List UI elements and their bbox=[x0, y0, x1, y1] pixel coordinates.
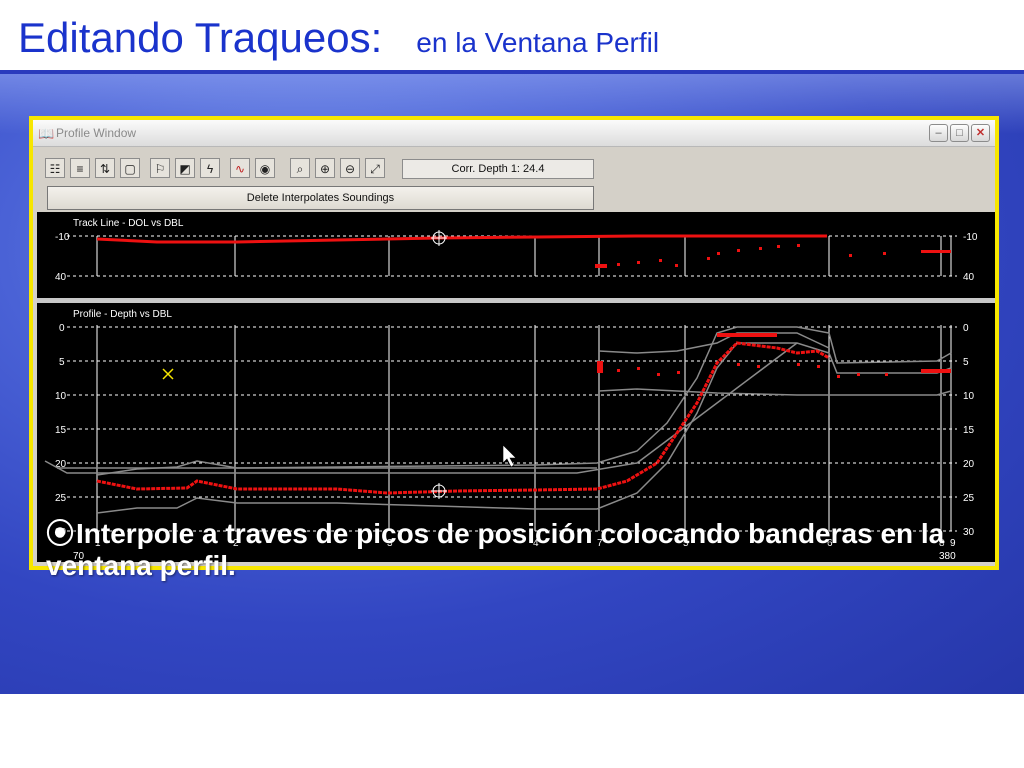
zoom-in-icon[interactable]: ⊕ bbox=[315, 158, 335, 178]
window-title: Profile Window bbox=[56, 126, 137, 140]
grid-icon[interactable]: ☷ bbox=[45, 158, 65, 178]
fit-icon[interactable]: ⤢ bbox=[365, 158, 385, 178]
swap-icon[interactable]: ⇅ bbox=[95, 158, 115, 178]
camera-icon[interactable]: ◉ bbox=[255, 158, 275, 178]
track-tick-right-top: -10 bbox=[963, 232, 978, 243]
delete-interpolates-button[interactable]: Delete Interpolates Soundings bbox=[47, 186, 594, 210]
bullet-point: ⦿Interpole a traves de picos de posición… bbox=[46, 518, 946, 582]
profile-scatter-soundings bbox=[597, 333, 951, 378]
book-icon: 📖 bbox=[38, 126, 55, 141]
box-icon[interactable]: ▢ bbox=[120, 158, 140, 178]
bullet-icon: ⦿ bbox=[46, 518, 75, 549]
track-tick-right-bottom: 40 bbox=[963, 272, 975, 283]
mouse-cursor-icon bbox=[502, 444, 517, 468]
y-tick-25: 25 bbox=[55, 493, 67, 504]
zoom-region-icon[interactable]: ⌕ bbox=[290, 158, 310, 178]
maximize-button[interactable]: □ bbox=[950, 124, 969, 142]
screenshot-frame: 📖 Profile Window – □ ✕ ☷ ≡ ⇅ ▢ ⚐ ◩ ϟ ∿ ◉… bbox=[29, 116, 999, 570]
y-tick-right-5: 5 bbox=[963, 357, 969, 368]
track-line-soundings bbox=[96, 234, 827, 244]
y-tick-15: 15 bbox=[55, 425, 67, 436]
y-tick-right-20: 20 bbox=[963, 459, 975, 470]
profile-panel-label: Profile - Depth vs DBL bbox=[73, 309, 172, 320]
toolbar: ☷ ≡ ⇅ ▢ ⚐ ◩ ϟ ∿ ◉ ⌕ ⊕ ⊖ ⤢ Corr. Depth 1:… bbox=[37, 152, 995, 212]
yellow-x-marker bbox=[162, 368, 174, 380]
gray-envelope-traces bbox=[44, 326, 952, 514]
y-tick-right-25: 25 bbox=[963, 493, 975, 504]
y-tick-5: 5 bbox=[59, 357, 65, 368]
profile-y-ticks-left: 0 5 10 15 20 25 30 bbox=[55, 323, 67, 538]
minimize-button[interactable]: – bbox=[929, 124, 948, 142]
y-tick-right-15: 15 bbox=[963, 425, 975, 436]
y-tick-10: 10 bbox=[55, 391, 67, 402]
list-icon[interactable]: ≡ bbox=[70, 158, 90, 178]
slide-title-sub: en la Ventana Perfil bbox=[416, 27, 660, 58]
profile-dashed-lines bbox=[67, 326, 957, 532]
slide-title-main: Editando Traqueos: bbox=[18, 14, 383, 61]
window-titlebar[interactable]: 📖 Profile Window – □ ✕ bbox=[33, 120, 995, 147]
lightning-icon[interactable]: ϟ bbox=[200, 158, 220, 178]
track-scatter-soundings bbox=[595, 244, 951, 268]
bullet-text: Interpole a traves de picos de posición … bbox=[46, 518, 945, 581]
profile-y-ticks-right: 0 5 10 15 20 25 30 bbox=[963, 323, 975, 538]
y-tick-0: 0 bbox=[59, 323, 65, 334]
track-line-panel[interactable]: Track Line - DOL vs DBL -10 40 -10 40 bbox=[37, 212, 995, 298]
corr-depth-display: Corr. Depth 1: 24.4 bbox=[402, 159, 594, 179]
track-tick-left-bottom: 40 bbox=[55, 272, 67, 283]
eraser-icon[interactable]: ◩ bbox=[175, 158, 195, 178]
flag-icon[interactable]: ⚐ bbox=[150, 158, 170, 178]
x-tick-9: 9 bbox=[950, 538, 956, 549]
slide-title: Editando Traqueos: en la Ventana Perfil bbox=[18, 14, 659, 70]
track-tick-left-top: -10 bbox=[55, 232, 70, 243]
y-tick-right-0: 0 bbox=[963, 323, 969, 334]
zoom-out-icon[interactable]: ⊖ bbox=[340, 158, 360, 178]
close-button[interactable]: ✕ bbox=[971, 124, 990, 142]
y-tick-right-30: 30 bbox=[963, 527, 975, 538]
profile-window: 📖 Profile Window – □ ✕ ☷ ≡ ⇅ ▢ ⚐ ◩ ϟ ∿ ◉… bbox=[33, 120, 995, 566]
track-crosshair-marker bbox=[431, 230, 447, 246]
track-panel-label: Track Line - DOL vs DBL bbox=[73, 218, 184, 229]
waveform-icon[interactable]: ∿ bbox=[230, 158, 250, 178]
y-tick-right-10: 10 bbox=[963, 391, 975, 402]
